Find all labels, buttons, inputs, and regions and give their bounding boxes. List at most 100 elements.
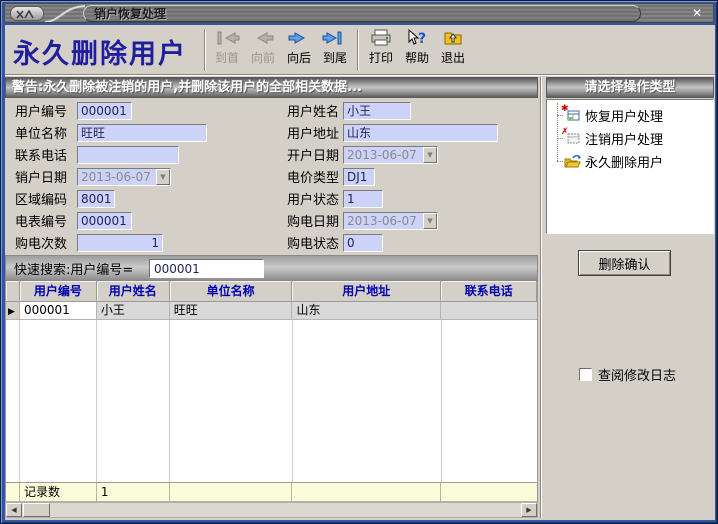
window-title-text: 销户恢复处理 (94, 7, 166, 21)
page-title: 永久删除用户 (13, 32, 187, 71)
print-label: 打印 (369, 51, 393, 65)
column-header-phone[interactable]: 联系电话 (441, 281, 537, 302)
address-label: 用户地址 (287, 123, 343, 142)
meter-no-label: 电表编号 (15, 211, 77, 230)
print-button[interactable]: 打印 (363, 28, 399, 72)
unit-name-field[interactable]: 旺旺 (77, 124, 207, 142)
table-cell-user-id[interactable]: 000001 (20, 302, 97, 320)
go-next-button[interactable]: 向后 (281, 28, 317, 72)
exit-label: 退出 (441, 51, 465, 65)
tree-item-restore-user[interactable]: ✱ 恢复用户处理 (563, 105, 663, 125)
record-count-label: 记录数 (20, 483, 97, 502)
tree-item-cancel-user[interactable]: ✗ 注销用户处理 (563, 128, 663, 148)
phone-label: 联系电话 (15, 145, 77, 164)
app-window: 销户恢复处理 ✕ 永久删除用户 到首 (0, 0, 718, 524)
svg-text:?: ? (418, 31, 426, 47)
purchase-status-field[interactable]: 0 (343, 234, 383, 252)
go-previous-button[interactable]: 向前 (245, 28, 281, 72)
client-area: 永久删除用户 到首 (5, 25, 715, 520)
footer-cell (170, 483, 293, 502)
cancel-user-icon: ✗ (563, 131, 581, 146)
price-type-field[interactable]: DJ1 (343, 168, 375, 186)
scrollbar-thumb[interactable] (23, 503, 50, 517)
exit-folder-icon (442, 28, 464, 48)
checkbox-icon[interactable] (579, 368, 592, 381)
search-bar: 快速搜索:用户编号= (5, 255, 538, 281)
close-icon[interactable]: ✕ (689, 6, 705, 21)
delete-user-folder-icon (563, 154, 581, 169)
toolbar: 永久删除用户 到首 (5, 25, 715, 75)
operation-panel-title: 请选择操作类型 (546, 77, 714, 98)
column-header-user-name[interactable]: 用户姓名 (97, 281, 170, 302)
row-pointer-icon: ▶ (8, 307, 15, 317)
go-first-icon (214, 28, 240, 48)
address-field[interactable]: 山东 (343, 124, 498, 142)
go-last-button[interactable]: 到尾 (317, 28, 353, 72)
scroll-left-icon[interactable]: ◀ (6, 503, 22, 517)
record-count-value: 1 (97, 483, 170, 502)
table-row[interactable]: ▶ 000001 小王 旺旺 山东 (6, 302, 537, 320)
operation-panel-title-text: 请选择操作类型 (584, 80, 675, 95)
warning-text: 警告:永久删除被注销的用户,并删除该用户的全部相关数据... (12, 80, 362, 95)
go-previous-label: 向前 (251, 51, 275, 65)
table-cell-user-name[interactable]: 小王 (97, 302, 170, 320)
scroll-right-icon[interactable]: ▶ (521, 503, 537, 517)
column-header-user-id[interactable]: 用户编号 (20, 281, 97, 302)
warning-banner: 警告:永久删除被注销的用户,并删除该用户的全部相关数据... (5, 77, 538, 98)
column-header-unit-name[interactable]: 单位名称 (170, 281, 293, 302)
chevron-down-icon[interactable]: ▼ (423, 147, 437, 163)
row-selector-cell: ▶ (6, 302, 20, 320)
area-code-field[interactable]: 8001 (77, 190, 115, 208)
column-header-address[interactable]: 用户地址 (292, 281, 441, 302)
go-next-icon (286, 28, 312, 48)
table-cell-phone[interactable] (441, 302, 537, 320)
user-status-field[interactable]: 1 (343, 190, 383, 208)
horizontal-scrollbar[interactable]: ◀ ▶ (5, 502, 538, 518)
go-previous-icon (250, 28, 276, 48)
toolbar-separator (357, 29, 359, 71)
table-cell-address[interactable]: 山东 (292, 302, 441, 320)
view-log-checkbox-row[interactable]: 查阅修改日志 (579, 365, 676, 384)
help-cursor-icon: ? (406, 28, 428, 48)
exit-button[interactable]: 退出 (435, 28, 471, 72)
table-footer-row: 记录数 1 (6, 482, 537, 502)
user-table: 用户编号 用户姓名 单位名称 用户地址 联系电话 ▶ 000001 小王 旺旺 … (5, 281, 538, 518)
table-empty-area (6, 320, 537, 482)
go-next-label: 向后 (287, 51, 311, 65)
nav-button-group: 到首 向前 向后 (209, 28, 353, 72)
meter-no-field[interactable]: 000001 (77, 212, 132, 230)
help-button[interactable]: ? 帮助 (399, 28, 435, 72)
close-date-field[interactable]: 2013-06-07 ▼ (77, 168, 171, 186)
user-name-field[interactable]: 小王 (343, 102, 411, 120)
search-label: 快速搜索:用户编号= (14, 259, 133, 278)
purchase-date-field[interactable]: 2013-06-07 ▼ (343, 212, 438, 230)
go-first-label: 到首 (215, 51, 239, 65)
operation-tree: ✱ 恢复用户处理 ✗ 注销用户处理 (546, 99, 714, 234)
open-date-value: 2013-06-07 (344, 147, 423, 163)
user-id-label: 用户编号 (15, 101, 77, 120)
go-first-button[interactable]: 到首 (209, 28, 245, 72)
open-date-field[interactable]: 2013-06-07 ▼ (343, 146, 438, 164)
window-title: 销户恢复处理 (83, 5, 641, 22)
phone-field[interactable] (77, 146, 179, 164)
user-id-field[interactable]: 000001 (77, 102, 132, 120)
tree-item-delete-user[interactable]: 永久删除用户 (563, 151, 663, 171)
table-cell-unit-name[interactable]: 旺旺 (170, 302, 293, 320)
user-status-label: 用户状态 (287, 189, 343, 208)
purchase-status-label: 购电状态 (287, 233, 343, 252)
action-button-group: 打印 ? 帮助 (363, 28, 471, 72)
new-mark-icon: ✱ (561, 104, 569, 114)
open-date-label: 开户日期 (287, 145, 343, 164)
toolbar-separator (204, 29, 206, 71)
delete-confirm-button[interactable]: 删除确认 (578, 250, 671, 276)
selector-column-header (6, 281, 20, 302)
help-label: 帮助 (405, 51, 429, 65)
purchase-count-label: 购电次数 (15, 233, 77, 252)
go-last-icon (322, 28, 348, 48)
search-input[interactable] (149, 259, 264, 278)
chevron-down-icon[interactable]: ▼ (156, 169, 170, 185)
unit-name-label: 单位名称 (15, 123, 77, 142)
purchase-date-value: 2013-06-07 (344, 213, 423, 229)
chevron-down-icon[interactable]: ▼ (423, 213, 437, 229)
purchase-count-field[interactable]: 1 (77, 234, 163, 252)
